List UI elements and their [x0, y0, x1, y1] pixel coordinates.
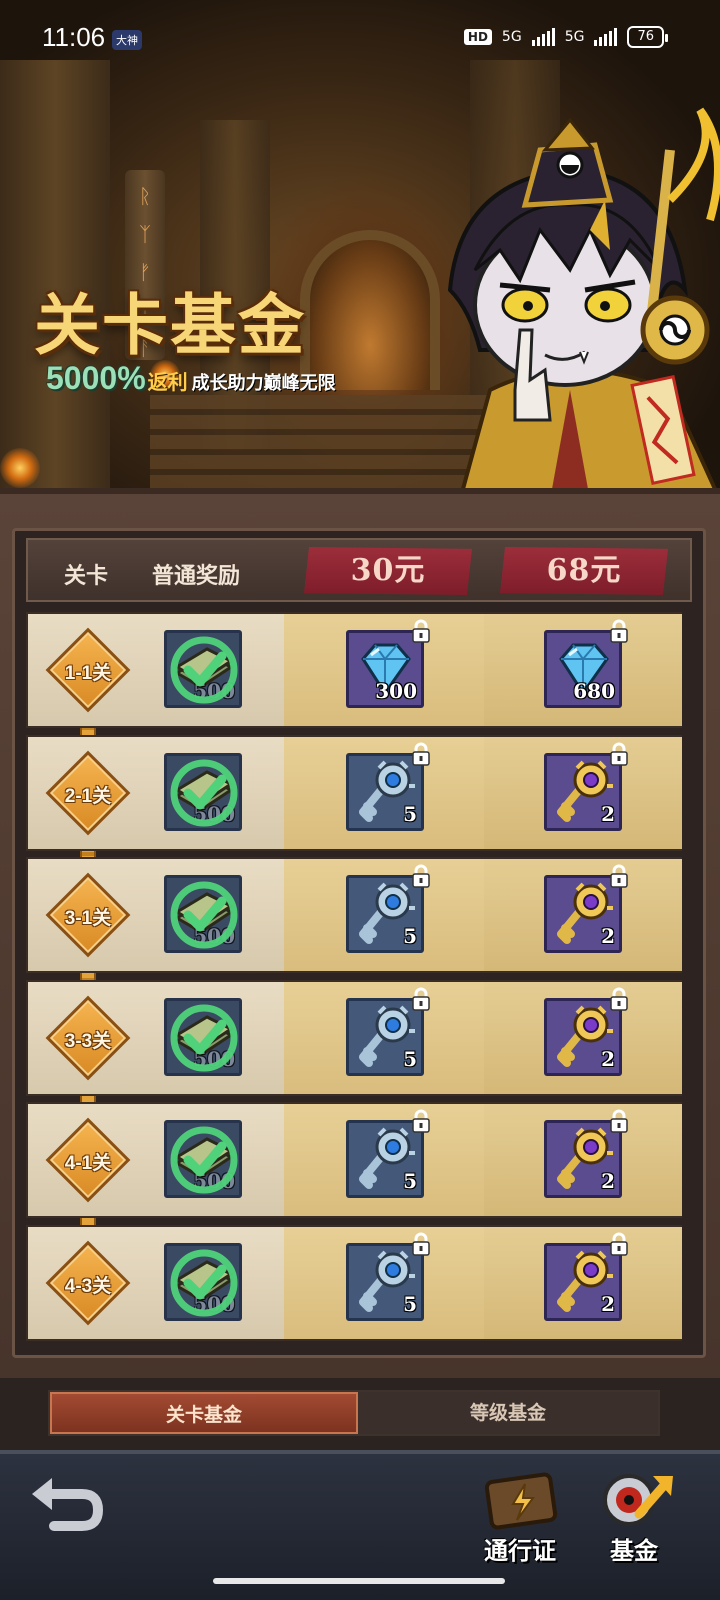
lock-icon — [412, 619, 430, 643]
banner-subtitle: 5000% 返利 成长助力巅峰无限 — [46, 360, 336, 397]
tier2-reward-item[interactable]: 680 — [544, 619, 628, 708]
tier1-reward-item[interactable]: 5 — [346, 987, 430, 1076]
claimed-check-icon — [170, 1249, 238, 1317]
tier2-price-button[interactable]: 68元 — [500, 547, 668, 595]
fund-tabs: 关卡基金 等级基金 — [48, 1390, 660, 1436]
lock-icon — [412, 1232, 430, 1256]
reward-row: 3-1关 500 5 2 — [26, 857, 682, 973]
hd-icon: HD — [463, 29, 492, 45]
home-indicator[interactable] — [213, 1578, 505, 1584]
tier2-reward-item[interactable]: 2 — [544, 1109, 628, 1198]
stage-marker: 3-3关 — [45, 995, 131, 1081]
nav-fund-label: 基金 — [610, 1536, 658, 1565]
status-indicators: HD 5G 5G 76 — [463, 26, 668, 48]
stage-label: 4-3关 — [64, 1276, 112, 1297]
signal-icon — [531, 28, 555, 46]
stage-marker: 3-1关 — [45, 872, 131, 958]
battery-icon: 76 — [627, 26, 668, 48]
free-reward-item[interactable]: 500 — [164, 875, 242, 953]
normal-reward-column-header: 普通奖励 — [152, 564, 241, 589]
reward-table-header: 关卡 普通奖励 30元 68元 — [26, 538, 692, 602]
tier1-reward-item[interactable]: 5 — [346, 1109, 430, 1198]
lock-icon — [610, 987, 628, 1011]
tier2-reward-qty: 2 — [601, 1169, 615, 1193]
tab-stage-fund[interactable]: 关卡基金 — [50, 1392, 358, 1434]
free-reward-item[interactable]: 500 — [164, 1120, 242, 1198]
tier1-reward-item[interactable]: 5 — [346, 1232, 430, 1321]
reward-row: 1-1关 500 300 680 — [26, 612, 682, 728]
tier2-reward-qty: 2 — [601, 1047, 615, 1071]
tab-level-fund[interactable]: 等级基金 — [358, 1392, 658, 1434]
banner-title: 关卡基金 — [34, 286, 306, 364]
banner: ᚱᛉᚠᛏᚨ 11:06 大神 HD 5G 5G 76 关卡基金 5000% 返利… — [0, 0, 720, 500]
lock-icon — [412, 864, 430, 888]
tier2-reward-item[interactable]: 2 — [544, 864, 628, 953]
tier2-reward-qty: 680 — [573, 679, 615, 703]
tier2-reward-item[interactable]: 2 — [544, 742, 628, 831]
lock-icon — [412, 987, 430, 1011]
rebate-percent: 5000% — [46, 360, 146, 396]
claimed-check-icon — [170, 881, 238, 949]
tier1-reward-item[interactable]: 5 — [346, 864, 430, 953]
tier2-reward-qty: 2 — [601, 924, 615, 948]
status-time: 11:06 — [42, 22, 106, 52]
free-reward-item[interactable]: 500 — [164, 753, 242, 831]
free-reward-item[interactable]: 500 — [164, 1243, 242, 1321]
back-arrow-icon[interactable] — [24, 1472, 104, 1542]
stage-label: 3-1关 — [64, 908, 112, 929]
lock-icon — [610, 619, 628, 643]
stage-marker: 4-3关 — [45, 1240, 131, 1326]
lock-icon — [610, 864, 628, 888]
stage-label: 2-1关 — [64, 786, 112, 807]
tier1-price-button[interactable]: 30元 — [304, 547, 472, 595]
tier1-reward-qty: 5 — [403, 1169, 417, 1193]
free-reward-item[interactable]: 500 — [164, 998, 242, 1076]
tier1-reward-item[interactable]: 5 — [346, 742, 430, 831]
stage-label: 3-3关 — [64, 1031, 112, 1052]
stage-marker: 2-1关 — [45, 750, 131, 836]
tier1-reward-qty: 5 — [403, 1292, 417, 1316]
tier2-reward-qty: 2 — [601, 1292, 615, 1316]
rebate-label: 返利 — [147, 370, 188, 394]
lock-icon — [412, 1109, 430, 1133]
character-illustration — [447, 107, 720, 500]
network-5g-1-label: 5G — [501, 29, 522, 45]
claimed-check-icon — [170, 1126, 238, 1194]
stage-label: 1-1关 — [64, 663, 112, 684]
stage-label: 4-1关 — [64, 1153, 112, 1174]
tier2-reward-item[interactable]: 2 — [544, 987, 628, 1076]
nav-fund-button[interactable]: 基金 — [584, 1462, 684, 1582]
stage-marker: 4-1关 — [45, 1117, 131, 1203]
signal-icon — [594, 28, 618, 46]
claimed-check-icon — [170, 759, 238, 827]
lock-icon — [610, 1109, 628, 1133]
tier1-reward-qty: 5 — [403, 1047, 417, 1071]
tier1-reward-qty: 300 — [375, 679, 417, 703]
tier2-reward-item[interactable]: 2 — [544, 1232, 628, 1321]
stage-marker: 1-1关 — [45, 627, 131, 713]
nav-pass-label: 通行证 — [484, 1536, 556, 1565]
nav-pass-button[interactable]: 通行证 — [470, 1462, 570, 1582]
tier1-reward-qty: 5 — [403, 802, 417, 826]
claimed-check-icon — [170, 636, 238, 704]
reward-row: 4-1关 500 5 2 — [26, 1102, 682, 1218]
reward-row: 3-3关 500 5 2 — [26, 980, 682, 1096]
fund-coin-icon — [603, 1474, 673, 1526]
status-bar: 11:06 大神 HD 5G 5G 76 — [0, 0, 720, 80]
reward-row: 4-3关 500 5 2 — [26, 1225, 682, 1341]
tier2-reward-qty: 2 — [601, 802, 615, 826]
lock-icon — [610, 1232, 628, 1256]
lock-icon — [412, 742, 430, 766]
lock-icon — [610, 742, 628, 766]
stage-column-header: 关卡 — [64, 564, 109, 589]
claimed-check-icon — [170, 1004, 238, 1072]
free-reward-item[interactable]: 500 — [164, 630, 242, 708]
reward-row: 2-1关 500 5 2 — [26, 735, 682, 851]
pass-card-icon — [484, 1472, 558, 1530]
tier1-reward-item[interactable]: 300 — [346, 619, 430, 708]
status-app-badge: 大神 — [112, 30, 142, 50]
banner-tagline: 成长助力巅峰无限 — [191, 373, 336, 394]
tier1-reward-qty: 5 — [403, 924, 417, 948]
network-5g-2-label: 5G — [564, 29, 585, 45]
